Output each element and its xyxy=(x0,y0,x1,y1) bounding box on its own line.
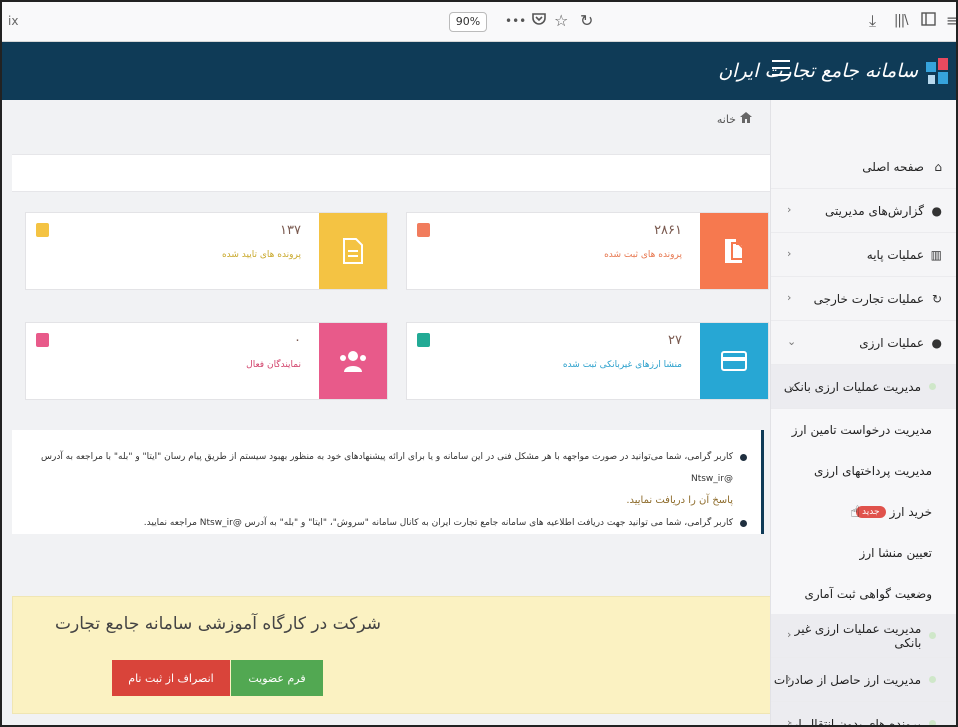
chevron-down-icon: ⌄ xyxy=(787,335,797,348)
stat-card-currency-origins[interactable]: ۲۷ منشا ارزهای غیربانکی ثبت شده xyxy=(406,322,769,400)
breadcrumb-home[interactable]: خانه xyxy=(717,113,736,126)
notice-item: کاربر گرامی، شما می توانید جهت دریافت اط… xyxy=(20,512,747,534)
sidebar-item-label: صفحه اصلی xyxy=(862,159,924,174)
download-icon[interactable]: ⤓ xyxy=(869,10,876,32)
sidebar-item-home[interactable]: ⌂ صفحه اصلی xyxy=(771,145,956,189)
address-bar[interactable]: ix xyxy=(8,14,18,28)
mini-document-icon xyxy=(36,223,49,237)
stat-label: نمایندگان فعال xyxy=(246,360,301,370)
bullet-dot-icon xyxy=(929,720,936,725)
sidebar-item-label: مدیریت عملیات ارزی غیر بانکی xyxy=(794,621,922,650)
stat-label: پرونده های ثبت شده xyxy=(604,250,682,260)
sidebar-item-label: عملیات تجارت خارجی xyxy=(813,291,924,306)
workshop-box: شرکت در کارگاه آموزشی سامانه جامع تجارت … xyxy=(12,596,774,714)
sidebar-item-no-transfer-files[interactable]: پرونده های بدون انتقال ارز ‹ xyxy=(771,702,956,727)
home-icon[interactable] xyxy=(740,112,752,126)
chevron-left-icon: ‹ xyxy=(787,291,792,304)
sidebar-item-label: مدیریت عملیات ارزی بانکی xyxy=(783,379,921,394)
sidebar-item-label: عملیات ارزی xyxy=(859,335,924,350)
notice-box: کاربر گرامی، شما می‌توانید در صورت مواجه… xyxy=(12,430,764,534)
sidebar-toggle-icon[interactable] xyxy=(921,10,936,32)
pointer-cursor-icon: ☝ xyxy=(850,502,861,521)
sidebar-item-bank-currency-management[interactable]: مدیریت عملیات ارزی بانکی ⌄ xyxy=(771,365,956,409)
user-icon: ● xyxy=(931,203,942,218)
sidebar-item-base-operations[interactable]: ▥ عملیات پایه ‹ xyxy=(771,233,956,277)
sidebar-item-label: مدیریت ارز حاصل از صادرات xyxy=(773,672,921,687)
stat-value: ۲۷ xyxy=(668,333,682,348)
sidebar-leaf-currency-payments[interactable]: مدیریت پرداختهای ارزی xyxy=(771,450,956,491)
mini-card-icon xyxy=(417,333,430,347)
sidebar-leaf-currency-request[interactable]: مدیریت درخواست تامین ارز xyxy=(771,409,956,450)
sidebar-item-label: عملیات پایه xyxy=(866,247,924,262)
sidebar-submenu: مدیریت عملیات ارزی بانکی ⌄ مدیریت درخواس… xyxy=(771,365,956,727)
mini-users-icon xyxy=(36,333,49,347)
membership-form-button[interactable]: فرم عضویت xyxy=(231,660,323,696)
stat-label: منشا ارزهای غیربانکی ثبت شده xyxy=(562,360,682,370)
reload-icon[interactable]: ↻ xyxy=(580,10,593,32)
users-icon xyxy=(319,323,387,399)
chevron-left-icon: ‹ xyxy=(787,203,792,216)
brand-logo-icon xyxy=(926,58,948,84)
chevron-down-icon: ⌄ xyxy=(787,379,797,392)
card-icon xyxy=(700,323,768,399)
menu-icon[interactable]: ≡ xyxy=(946,10,956,32)
bullet-dot-icon xyxy=(929,632,936,639)
stat-card-confirmed-files[interactable]: ۱۳۷ پرونده های تایید شده xyxy=(25,212,388,290)
stat-card-active-representatives[interactable]: ۰ نمایندگان فعال xyxy=(25,322,388,400)
notice-item: کاربر گرامی، شما می‌توانید در صورت مواجه… xyxy=(20,446,747,512)
library-icon[interactable]: |||\ xyxy=(894,10,908,32)
more-icon[interactable]: ••• xyxy=(505,10,526,32)
stat-value: ۲۸۶۱ xyxy=(654,223,682,238)
chevron-left-icon: ‹ xyxy=(787,247,792,260)
new-badge: جدید xyxy=(856,505,886,518)
bullet-dot-icon xyxy=(929,383,936,390)
page-toolbar-strip xyxy=(12,154,774,192)
zoom-level-badge[interactable]: 90% xyxy=(449,12,487,32)
brand-title: سامانه جامع تجارت ایران xyxy=(718,60,918,82)
app-header: سامانه جامع تجارت ایران xyxy=(2,42,956,100)
main-content: خانه ۲۸۶۱ پرونده های ثبت شده ۱۳۷ پرونده … xyxy=(2,100,774,725)
sidebar-item-nonbank-currency[interactable]: مدیریت عملیات ارزی غیر بانکی ‹ xyxy=(771,614,956,658)
stat-card-registered-files[interactable]: ۲۸۶۱ پرونده های ثبت شده xyxy=(406,212,769,290)
file-icon xyxy=(700,213,768,289)
sidebar-item-foreign-trade[interactable]: ↻ عملیات تجارت خارجی ‹ xyxy=(771,277,956,321)
sidebar-item-export-currency[interactable]: مدیریت ارز حاصل از صادرات ‹ xyxy=(771,658,956,702)
sidebar-item-management-reports[interactable]: ● گزارش‌های مدیریتی ‹ xyxy=(771,189,956,233)
sidebar-item-label: گزارش‌های مدیریتی xyxy=(825,203,924,218)
cancel-registration-button[interactable]: انصراف از ثبت نام xyxy=(112,660,230,696)
home-icon: ⌂ xyxy=(934,159,942,174)
browser-toolbar: ix 90% ••• ☆ ↻ ⤓ |||\ ≡ xyxy=(2,2,956,42)
mini-file-icon xyxy=(417,223,430,237)
workshop-title: شرکت در کارگاه آموزشی سامانه جامع تجارت xyxy=(54,614,381,634)
sidebar-item-currency-operations[interactable]: ● عملیات ارزی ⌄ xyxy=(771,321,956,365)
browser-window: ix 90% ••• ☆ ↻ ⤓ |||\ ≡ سامانه جامع تجار… xyxy=(0,0,958,727)
chevron-left-icon: ‹ xyxy=(787,628,792,641)
brand[interactable]: سامانه جامع تجارت ایران xyxy=(718,54,948,88)
chevron-left-icon: ‹ xyxy=(787,672,792,685)
stat-value: ۱۳۷ xyxy=(280,223,301,238)
notice-continuation: پاسخ آن را دریافت نمایید. xyxy=(626,495,733,506)
sidebar-item-label: پرونده های بدون انتقال ارز xyxy=(786,716,921,727)
stat-label: پرونده های تایید شده xyxy=(221,250,301,260)
chart-icon: ▥ xyxy=(930,247,942,262)
sidebar-leaf-buy-currency[interactable]: خرید ارز جدید ☝ xyxy=(771,491,956,532)
document-icon xyxy=(319,213,387,289)
bullet-dot-icon xyxy=(929,676,936,683)
sidebar-leaf-currency-origin[interactable]: تعیین منشا ارز xyxy=(771,532,956,573)
bookmark-star-icon[interactable]: ☆ xyxy=(554,10,568,32)
sidebar-leaf-statistical-certificate[interactable]: وضعیت گواهی ثبت آماری xyxy=(771,573,956,614)
chevron-left-icon: ‹ xyxy=(787,716,792,727)
refresh-icon: ↻ xyxy=(931,291,942,306)
sidebar: ⌂ صفحه اصلی ● گزارش‌های مدیریتی ‹ ▥ عملی… xyxy=(770,100,956,727)
pocket-icon[interactable] xyxy=(531,10,547,32)
breadcrumb: خانه xyxy=(717,112,752,126)
user-plus-icon: ● xyxy=(931,335,942,350)
stat-value: ۰ xyxy=(294,333,301,348)
